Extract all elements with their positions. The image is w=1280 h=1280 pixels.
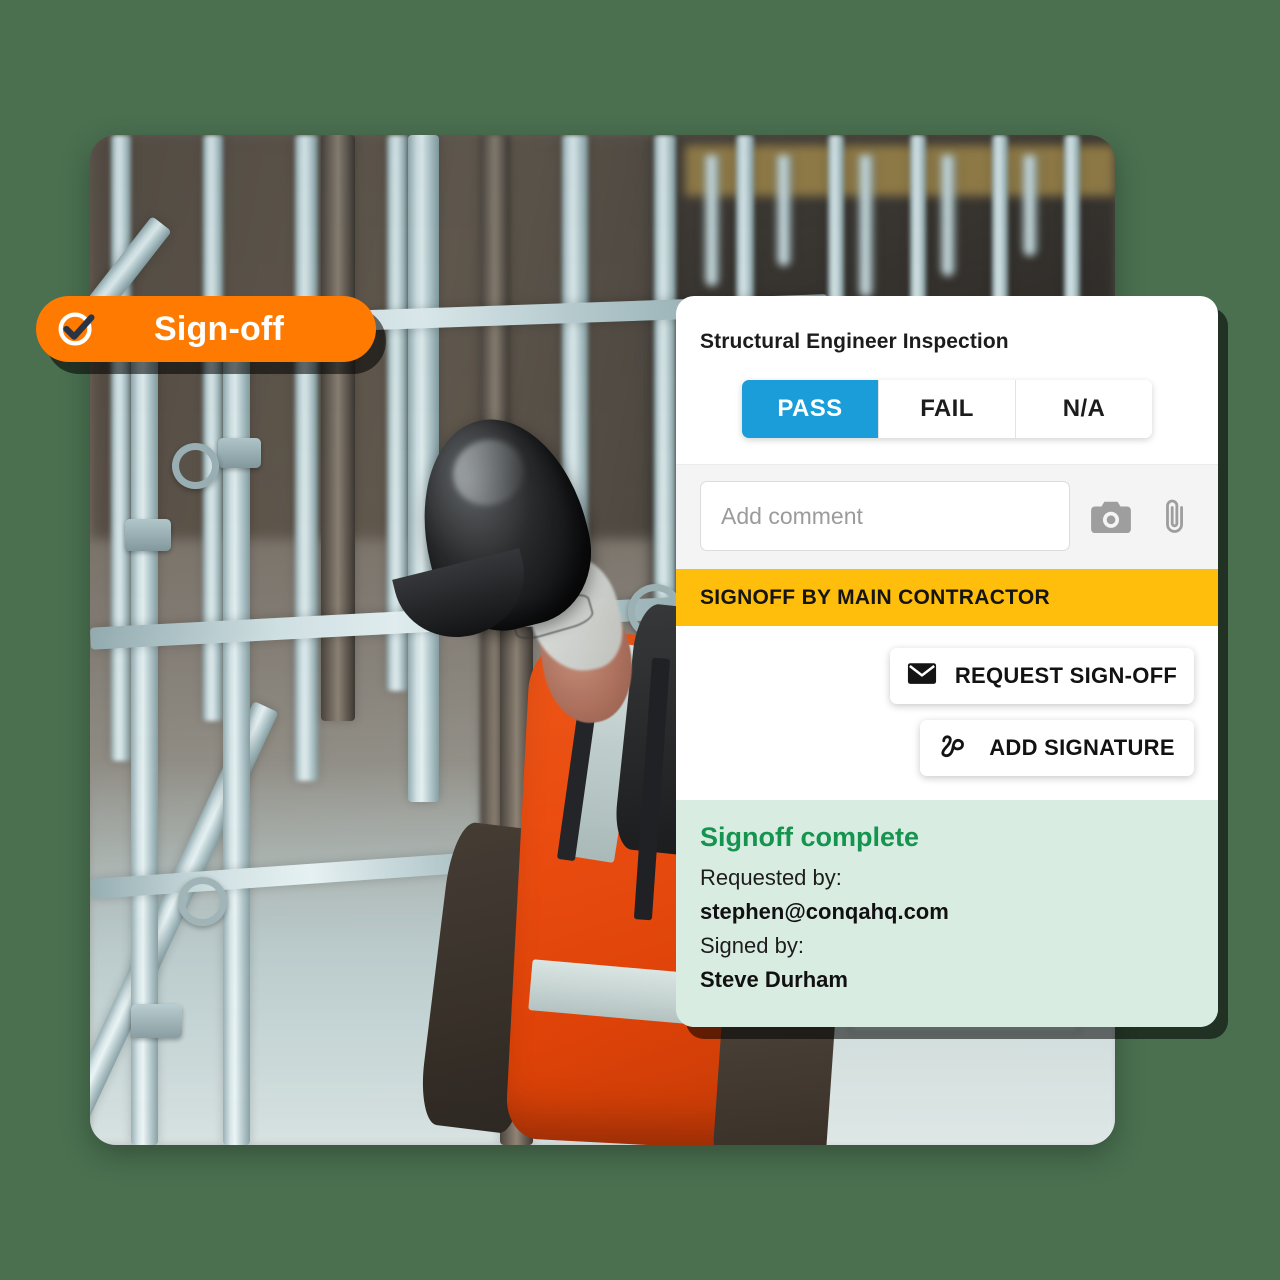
inspection-card: Structural Engineer Inspection PASS FAIL… (676, 296, 1218, 1028)
requested-by-value: stephen@conqahq.com (700, 899, 949, 925)
request-signoff-label: REQUEST SIGN-OFF (954, 663, 1178, 688)
signoff-complete-title: Signoff complete (700, 822, 920, 852)
signoff-banner-label: SIGNOFF BY MAIN CONTRACTOR (700, 585, 1051, 609)
screenshot-stage: Sign-off Structural Engineer Inspection … (0, 0, 1280, 1280)
signoff-banner: SIGNOFF BY MAIN CONTRACTOR (676, 569, 1218, 626)
status-option-pass[interactable]: PASS (742, 380, 878, 438)
paperclip-icon[interactable] (1152, 493, 1198, 539)
status-segmented-control: PASS FAIL N/A (676, 354, 1218, 464)
status-option-na[interactable]: N/A (1015, 380, 1152, 438)
comment-row: Add comment (676, 464, 1218, 569)
card-actions: REQUEST SIGN-OFF ADD SIGNATURE (676, 626, 1218, 800)
signoff-complete-panel: Signoff complete Requested by: stephen@c… (676, 800, 1218, 1028)
add-signature-button[interactable]: ADD SIGNATURE (920, 720, 1194, 776)
check-circle-icon (54, 306, 100, 352)
camera-icon[interactable] (1088, 493, 1134, 539)
envelope-icon (907, 662, 937, 691)
add-signature-label: ADD SIGNATURE (989, 735, 1175, 760)
comment-input[interactable]: Add comment (700, 481, 1070, 551)
status-options: PASS FAIL N/A (742, 380, 1152, 438)
signed-by-value: Steve Durham (700, 967, 848, 993)
signoff-badge[interactable]: Sign-off (36, 296, 376, 362)
requested-by-label: Requested by: (700, 865, 842, 890)
signature-icon (939, 732, 971, 765)
status-option-fail[interactable]: FAIL (878, 380, 1015, 438)
request-signoff-button[interactable]: REQUEST SIGN-OFF (890, 648, 1194, 704)
signed-by-label: Signed by: (700, 933, 804, 959)
card-title: Structural Engineer Inspection (700, 330, 1009, 353)
